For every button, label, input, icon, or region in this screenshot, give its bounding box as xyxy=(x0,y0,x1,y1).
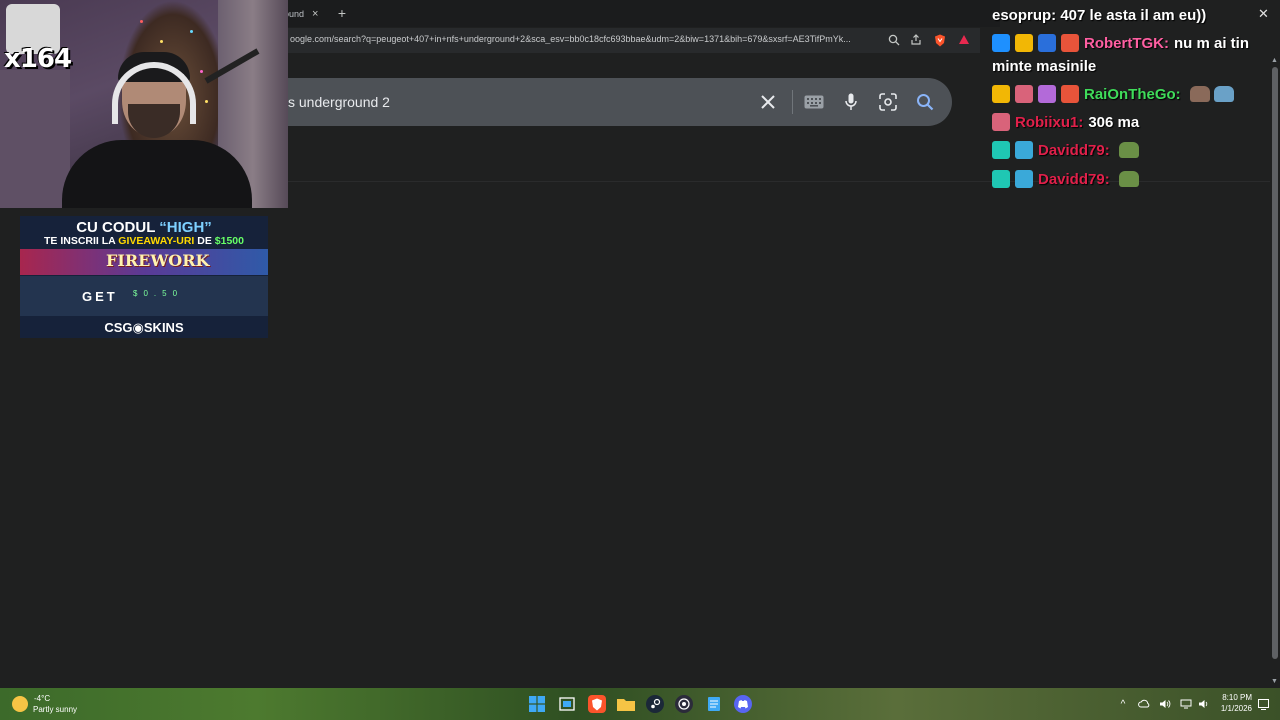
start-icon[interactable] xyxy=(528,695,546,713)
chat-username[interactable]: Robiixu1: xyxy=(1015,114,1083,131)
chat-message: RobertTGK: nu m ai tin xyxy=(992,34,1249,52)
pepe-emote-icon xyxy=(1118,171,1139,187)
brave-rewards-icon[interactable] xyxy=(956,32,972,48)
chat-message-top: esoprup: 407 le asta il am eu)) xyxy=(992,7,1207,24)
weather-temp[interactable]: -4°C xyxy=(34,694,50,703)
task-view-icon[interactable] xyxy=(558,695,576,713)
chat-text: 306 ma xyxy=(1088,113,1140,131)
sub-badge-icon xyxy=(992,141,1010,159)
gamer-badge-icon xyxy=(1015,85,1033,103)
crown-badge-icon xyxy=(1015,34,1033,52)
taskbar: -4°C Partly sunny ^ 8:10 PM 1/1/2026 xyxy=(0,688,1280,720)
steam-icon[interactable] xyxy=(646,695,664,713)
obs-icon[interactable] xyxy=(675,695,693,713)
scrollbar-thumb[interactable] xyxy=(1272,67,1278,659)
tree-light xyxy=(140,20,143,23)
discord-icon[interactable] xyxy=(734,695,752,713)
clock-date[interactable]: 1/1/2026 xyxy=(1214,704,1252,713)
tree-light xyxy=(205,100,208,103)
share-icon[interactable] xyxy=(908,32,924,48)
close-icon[interactable]: ✕ xyxy=(1258,6,1269,22)
chat-message: Davidd79: xyxy=(992,170,1139,188)
file-explorer-icon[interactable] xyxy=(617,695,635,713)
chat-username[interactable]: Davidd79: xyxy=(1038,171,1110,188)
brave-browser-icon[interactable] xyxy=(588,695,606,713)
chat-username[interactable]: RaiOnTheGo: xyxy=(1084,86,1181,103)
banner-brand-logo: CSG◉SKINS xyxy=(104,320,184,335)
hammer-badge-icon xyxy=(992,34,1010,52)
notepad-icon[interactable] xyxy=(705,695,723,713)
lens-search-icon[interactable] xyxy=(876,90,900,114)
search-input[interactable]: s underground 2 xyxy=(288,94,390,110)
clock-time[interactable]: 8:10 PM xyxy=(1218,693,1252,702)
volume-icon[interactable] xyxy=(1158,697,1172,711)
tree-light xyxy=(190,30,193,33)
network-icon[interactable] xyxy=(1179,697,1193,711)
search-divider xyxy=(792,90,793,114)
gamer-badge-icon xyxy=(992,113,1010,131)
banner-amount: $0.50 xyxy=(133,289,184,298)
sub-badge-icon xyxy=(992,170,1010,188)
chat-text-wrap: minte masinile xyxy=(992,58,1097,75)
new-tab-button[interactable]: + xyxy=(335,4,349,22)
brave-shields-icon[interactable] xyxy=(932,32,948,48)
url-text[interactable]: oogle.com/search?q=peugeot+407+in+nfs+un… xyxy=(290,34,880,44)
chat-text: nu m ai tin xyxy=(1174,34,1249,52)
weather-desc[interactable]: Partly sunny xyxy=(33,705,77,714)
webcam-background xyxy=(0,70,70,208)
page-scrollbar[interactable] xyxy=(1270,55,1280,688)
webcam-overlay: x164 xyxy=(0,0,288,208)
banner-game-title: FIREWORK xyxy=(106,251,210,270)
xp-badge-icon xyxy=(1061,85,1079,103)
banner-headline: CU CODUL “HIGH” xyxy=(76,219,212,236)
subscriber-counter: x164 xyxy=(4,44,72,74)
scroll-up-icon[interactable]: ▲ xyxy=(1271,57,1278,64)
crown-badge-icon xyxy=(992,85,1010,103)
tab-strip xyxy=(280,0,1000,27)
emote-icon xyxy=(1213,86,1234,102)
tree-light xyxy=(200,70,203,73)
browser-tab[interactable]: ound × xyxy=(284,3,328,25)
clear-search-icon[interactable] xyxy=(756,90,780,114)
streamer-body xyxy=(62,140,252,208)
chat-username[interactable]: RobertTGK: xyxy=(1084,35,1169,52)
chat-message: Davidd79: xyxy=(992,141,1139,159)
search-icon[interactable] xyxy=(913,90,937,114)
chat-message: Robiixu1: 306 ma xyxy=(992,113,1139,131)
scroll-down-icon[interactable]: ▼ xyxy=(1271,678,1278,685)
voice-search-icon[interactable] xyxy=(839,90,863,114)
gamer-badge-icon xyxy=(1038,34,1056,52)
sponsor-banner: CU CODUL “HIGH” TE INSCRII LA GIVEAWAY-U… xyxy=(20,216,268,338)
screen: ound × + oogle.com/search?q=peugeot+407+… xyxy=(0,0,1280,720)
keyboard-icon[interactable] xyxy=(802,90,826,114)
gamer-badge-icon xyxy=(1015,170,1033,188)
weather-icon[interactable] xyxy=(12,696,28,712)
tab-close-icon[interactable]: × xyxy=(312,8,318,20)
emote-icon xyxy=(1189,86,1210,102)
address-bar[interactable]: oogle.com/search?q=peugeot+407+in+nfs+un… xyxy=(280,28,980,53)
zoom-icon[interactable] xyxy=(886,32,902,48)
search-box[interactable]: s underground 2 xyxy=(262,78,952,126)
gamer-badge-icon xyxy=(1015,141,1033,159)
chat-username[interactable]: Davidd79: xyxy=(1038,142,1110,159)
notification-icon[interactable] xyxy=(1256,697,1270,711)
chat-message: RaiOnTheGo: xyxy=(992,85,1234,103)
gift-badge-icon xyxy=(1038,85,1056,103)
speaker-icon[interactable] xyxy=(1197,697,1211,711)
banner-subline: TE INSCRII LA GIVEAWAY-URI DE $1500 xyxy=(44,235,244,247)
tree-light xyxy=(160,40,163,43)
banner-get-text: GET xyxy=(82,289,118,304)
tray-chevron-up-icon[interactable]: ^ xyxy=(1116,697,1130,711)
onedrive-sync-icon[interactable] xyxy=(1137,697,1151,711)
pepe-emote-icon xyxy=(1118,142,1139,158)
xp-badge-icon xyxy=(1061,34,1079,52)
